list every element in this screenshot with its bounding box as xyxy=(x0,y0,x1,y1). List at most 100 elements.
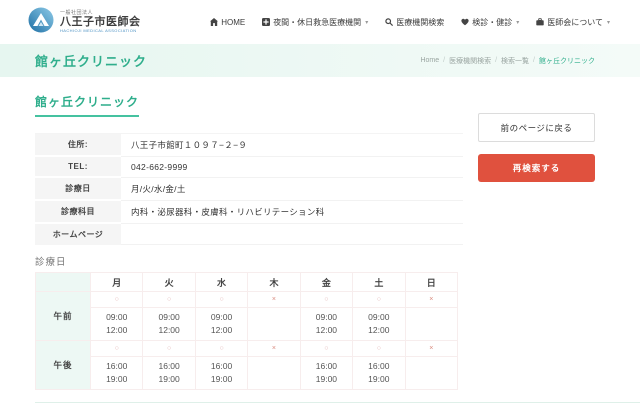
medical-association-logo-icon xyxy=(28,7,54,38)
schedule-time: 12:00 xyxy=(158,325,180,335)
info-row: 診療日 月/火/水/金/土 xyxy=(35,178,463,201)
schedule-time: 16:00 xyxy=(158,361,180,371)
page-title-banner: 館ヶ丘クリニック Home / 医療機関検索 / 検索一覧 / 館ヶ丘クリニック xyxy=(0,44,640,77)
open-mark: ○ xyxy=(142,340,196,357)
main-content: 館ヶ丘クリニック 住所: 八王子市館町１０９７−２−９ TEL: 042-662-99… xyxy=(0,77,640,403)
schedule-time-cell: 09:00 12:00 xyxy=(142,307,196,341)
info-row: ホームページ xyxy=(35,224,463,245)
info-label: 住所: xyxy=(35,134,121,157)
home-icon xyxy=(210,18,219,26)
schedule-time-cell: 16:00 19:00 xyxy=(194,356,249,390)
schedule-time-cell: 09:00 12:00 xyxy=(299,307,354,341)
info-value: 八王子市館町１０９７−２−９ xyxy=(121,134,463,157)
clinic-info-table: 住所: 八王子市館町１０９７−２−９ TEL: 042-662-9999 診療日 月/火/… xyxy=(35,133,463,245)
breadcrumb-separator: / xyxy=(495,57,498,64)
schedule-table: 月火水木金土日午前 ○ ○ ○ × ○ ○ × 09:00 12:00 09:00 12:00 09:0… xyxy=(35,272,459,390)
schedule-time: 12:00 xyxy=(368,325,390,335)
schedule-time: 16:00 xyxy=(368,361,390,371)
schedule-time: 09:00 xyxy=(210,312,233,322)
plus-box-icon xyxy=(262,18,271,26)
schedule-time: 16:00 xyxy=(315,361,338,371)
schedule-time-cell: 09:00 12:00 xyxy=(194,307,249,341)
schedule-time: 09:00 xyxy=(368,312,390,322)
schedule-time: 19:00 xyxy=(158,374,180,384)
schedule-time: 09:00 xyxy=(315,312,338,322)
schedule-day-header: 木 xyxy=(247,272,301,292)
schedule-heading: 診療日 xyxy=(35,257,67,268)
nav-item-label: 検診・健診 xyxy=(472,17,513,27)
schedule-day-header: 月 xyxy=(89,272,144,292)
open-mark: ○ xyxy=(194,291,249,308)
schedule-time: 09:00 xyxy=(106,312,128,322)
breadcrumb-item[interactable]: 医療機関検索 xyxy=(449,56,491,66)
closed-mark: × xyxy=(247,340,301,357)
breadcrumb-separator: / xyxy=(443,57,446,64)
info-label: ホームページ xyxy=(35,224,121,245)
nav-item-emergency[interactable]: 夜間・休日救急医療機関 ▾ xyxy=(262,17,368,28)
open-mark: ○ xyxy=(89,291,144,308)
schedule-session-label: 午後 xyxy=(35,340,91,390)
schedule-time-cell: 16:00 19:00 xyxy=(299,356,354,390)
heart-icon xyxy=(461,18,469,26)
site-logo[interactable]: 一般社団法人 八王子市医師会 HACHIOJI MEDICAL ASSOCIAT… xyxy=(28,7,141,38)
info-row: TEL: 042-662-9999 xyxy=(35,157,463,178)
breadcrumb: Home / 医療機関検索 / 検索一覧 / 館ヶ丘クリニック xyxy=(420,56,595,66)
open-mark: ○ xyxy=(352,340,406,357)
schedule-day-header: 金 xyxy=(299,272,354,292)
info-value: 内科・泌尿器科・皮膚科・リハビリテーション科 xyxy=(121,201,463,224)
nav-item-home[interactable]: HOME xyxy=(210,18,245,27)
briefcase-icon xyxy=(536,18,544,26)
nav-item-label: HOME xyxy=(221,17,246,27)
schedule-day-header: 土 xyxy=(352,272,406,292)
schedule-time-cell: 16:00 19:00 xyxy=(142,356,196,390)
nav-item-label: 医療機関検索 xyxy=(396,17,445,27)
closed-mark: × xyxy=(404,291,459,308)
action-buttons: 前のページに戻る 再検索する xyxy=(478,113,595,182)
breadcrumb-item[interactable]: 検索一覧 xyxy=(501,56,529,66)
schedule-time-cell: 16:00 19:00 xyxy=(89,356,144,390)
schedule-time: 19:00 xyxy=(210,374,233,384)
schedule-session-label: 午前 xyxy=(35,291,91,341)
schedule-time: 12:00 xyxy=(210,325,233,335)
schedule-corner-cell xyxy=(35,272,91,292)
schedule-time: 12:00 xyxy=(106,325,128,335)
schedule-time-cell: 09:00 12:00 xyxy=(352,307,406,341)
page-title: 館ヶ丘クリニック xyxy=(35,54,148,69)
schedule-time-cell xyxy=(404,356,459,390)
info-value xyxy=(121,224,463,245)
nav-item-about[interactable]: 医師会について ▾ xyxy=(536,17,610,28)
info-row: 診療科目 内科・泌尿器科・皮膚科・リハビリテーション科 xyxy=(35,201,463,224)
info-value: 月/火/水/金/土 xyxy=(121,178,463,201)
schedule-time-cell xyxy=(404,307,459,341)
schedule-day-header: 火 xyxy=(142,272,196,292)
main-nav: HOME 夜間・休日救急医療機関 ▾ 医療機関検索 検診・健診 ▾ 医師会について ▾ xyxy=(210,17,610,28)
schedule-time-cell xyxy=(247,307,301,341)
research-button[interactable]: 再検索する xyxy=(478,154,595,182)
logo-name: 八王子市医師会 xyxy=(60,16,141,29)
closed-mark: × xyxy=(404,340,459,357)
schedule-time: 16:00 xyxy=(210,361,233,371)
back-button[interactable]: 前のページに戻る xyxy=(478,113,595,142)
schedule-day-header: 水 xyxy=(194,272,249,292)
open-mark: ○ xyxy=(299,340,354,357)
nav-item-label: 夜間・休日救急医療機関 xyxy=(273,17,362,27)
info-label: TEL: xyxy=(35,157,121,178)
chevron-down-icon: ▾ xyxy=(365,19,369,26)
search-icon xyxy=(385,18,394,26)
schedule-time: 09:00 xyxy=(158,312,180,322)
nav-item-label: 医師会について xyxy=(547,17,603,27)
schedule-day-header: 日 xyxy=(404,272,459,292)
info-value: 042-662-9999 xyxy=(121,157,463,178)
breadcrumb-current: 館ヶ丘クリニック xyxy=(539,57,595,65)
nav-item-checkup[interactable]: 検診・健診 ▾ xyxy=(461,17,519,28)
open-mark: ○ xyxy=(142,291,196,308)
open-mark: ○ xyxy=(194,340,249,357)
breadcrumb-item[interactable]: Home xyxy=(420,57,439,64)
nav-item-search[interactable]: 医療機関検索 xyxy=(385,17,444,28)
open-mark: ○ xyxy=(299,291,354,308)
schedule-time: 12:00 xyxy=(315,325,338,335)
schedule-time: 19:00 xyxy=(106,374,128,384)
logo-name-en: HACHIOJI MEDICAL ASSOCIATION xyxy=(60,27,137,33)
clinic-name-heading: 館ヶ丘クリニック xyxy=(35,93,140,117)
schedule-time: 16:00 xyxy=(106,361,128,371)
